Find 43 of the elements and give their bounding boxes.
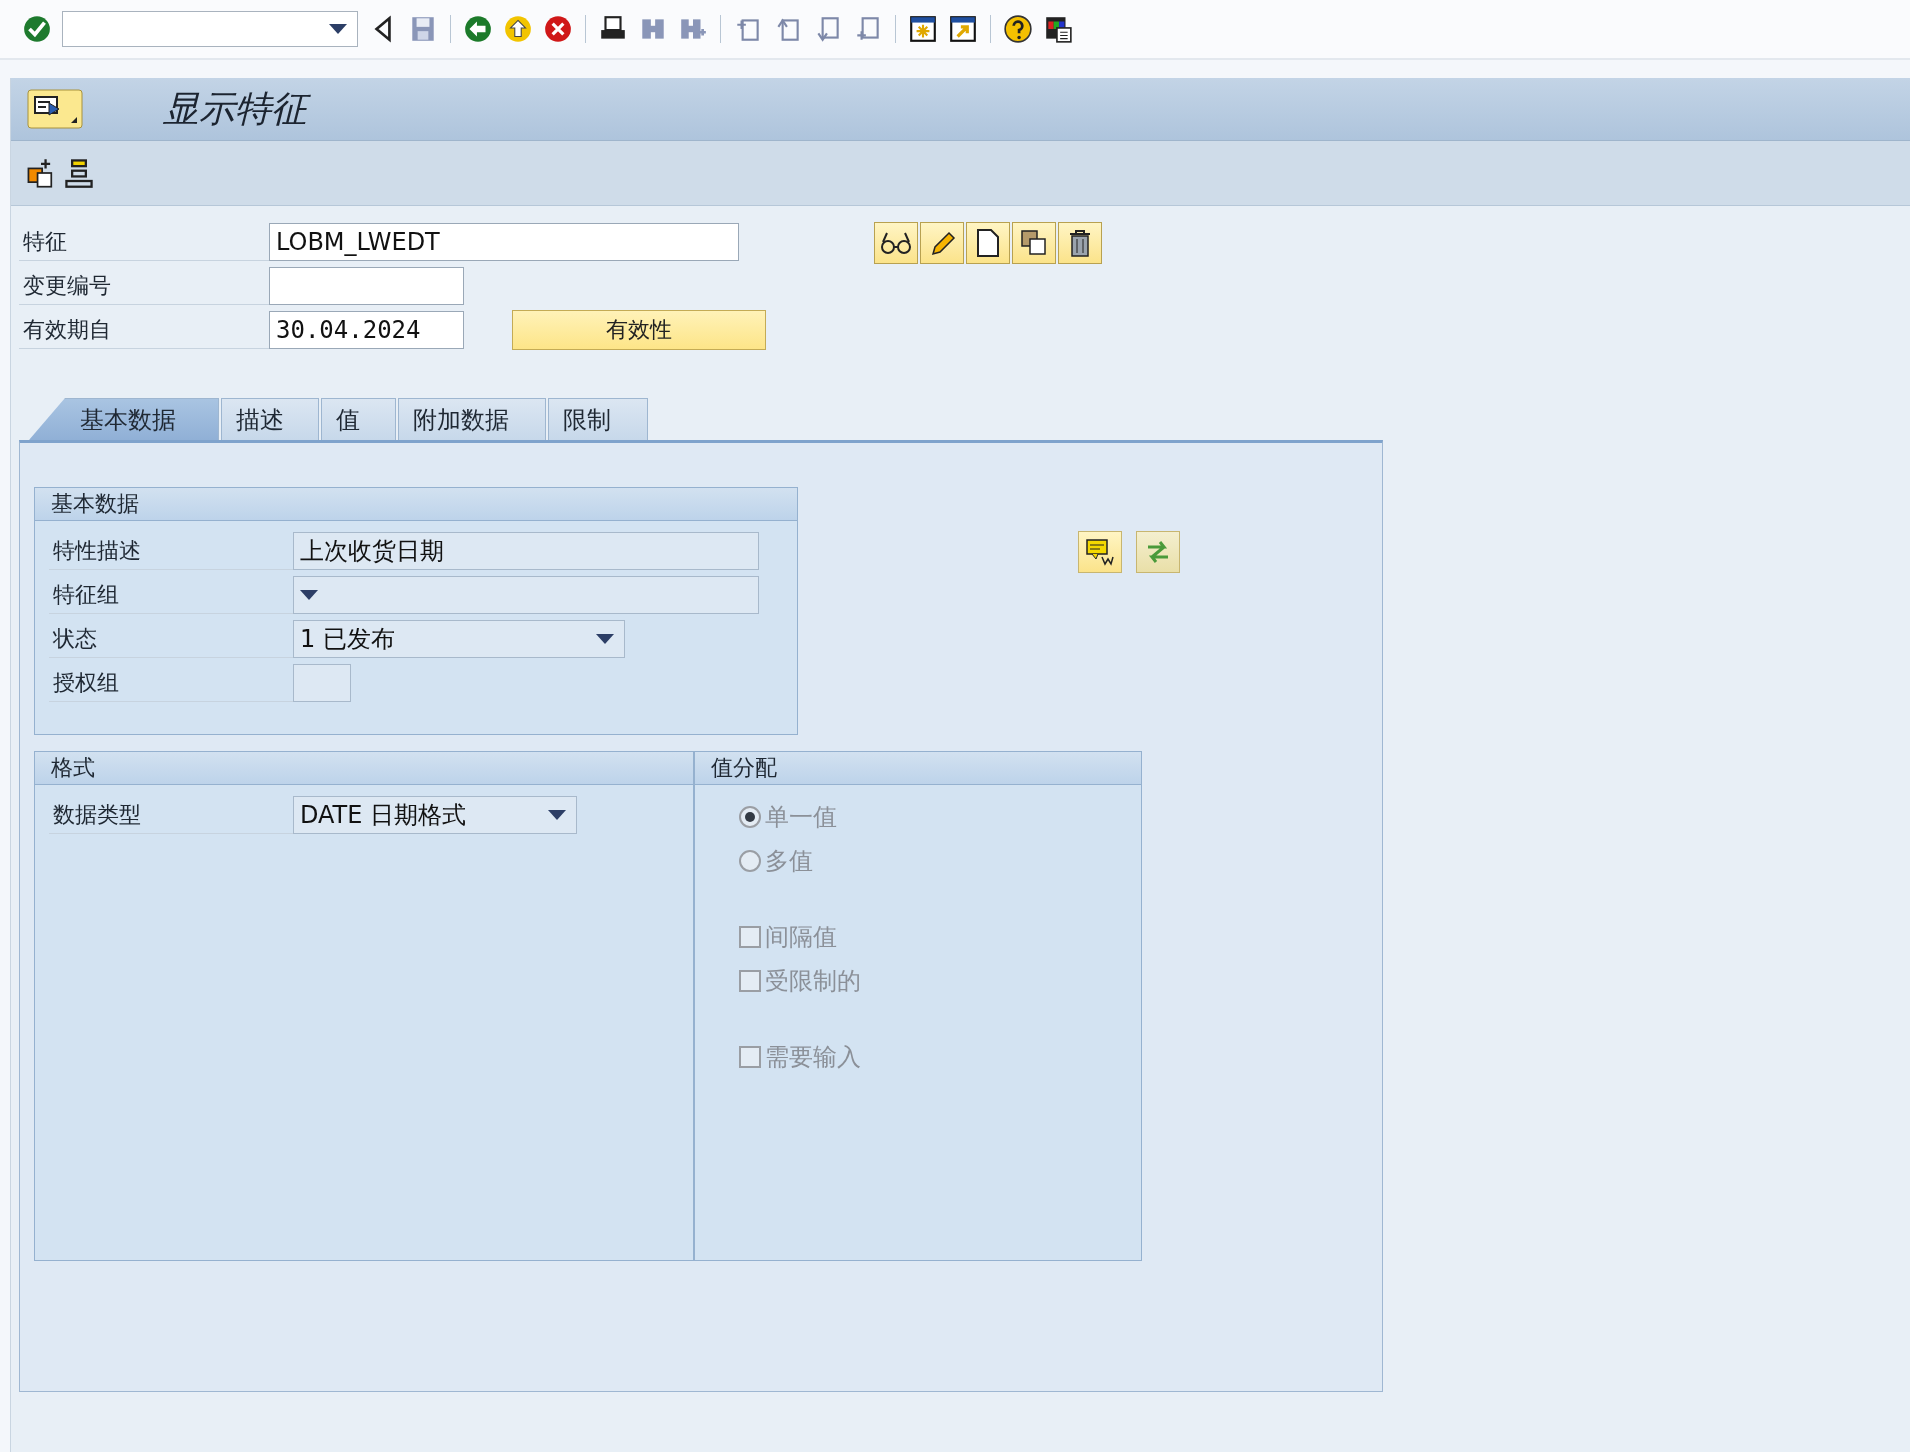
command-field[interactable] bbox=[62, 11, 358, 47]
group-title: 基本数据 bbox=[35, 488, 797, 521]
option-label: 受限制的 bbox=[765, 966, 861, 997]
blank-page-icon[interactable] bbox=[966, 222, 1010, 264]
option-label: 需要输入 bbox=[765, 1042, 861, 1073]
group-title: 格式 bbox=[35, 752, 693, 785]
option-label: 多值 bbox=[765, 846, 813, 877]
check-icon[interactable] bbox=[22, 14, 52, 44]
input-field[interactable]: LOBM_LWEDT bbox=[269, 223, 739, 261]
option-label: 间隔值 bbox=[765, 922, 837, 953]
comment-icon[interactable] bbox=[1078, 531, 1122, 573]
tab[interactable]: 描述 bbox=[221, 398, 319, 440]
dropdown-field[interactable]: DATE 日期格式 bbox=[293, 796, 577, 834]
tab[interactable]: 基本数据 bbox=[29, 398, 219, 440]
dropdown-field[interactable] bbox=[293, 576, 759, 614]
option-label: 单一值 bbox=[765, 802, 837, 833]
input-field[interactable]: 上次收货日期 bbox=[293, 532, 759, 570]
glasses-icon[interactable] bbox=[874, 222, 918, 264]
tab[interactable]: 附加数据 bbox=[398, 398, 546, 440]
exit-icon[interactable] bbox=[503, 14, 533, 44]
input-field[interactable]: 30.04.2024 bbox=[269, 311, 464, 349]
help-icon[interactable] bbox=[1003, 14, 1033, 44]
dropdown-field[interactable]: 1 已发布 bbox=[293, 620, 625, 658]
cancel-icon[interactable] bbox=[543, 14, 573, 44]
input-field[interactable] bbox=[269, 267, 464, 305]
new-window-icon[interactable] bbox=[908, 14, 938, 44]
tab[interactable]: 限制 bbox=[548, 398, 648, 440]
menu-icon[interactable] bbox=[27, 89, 83, 129]
copy-icon[interactable] bbox=[1012, 222, 1056, 264]
trash-icon[interactable] bbox=[1058, 222, 1102, 264]
validity-button[interactable]: 有效性 bbox=[512, 310, 766, 350]
shortcut-icon[interactable] bbox=[948, 14, 978, 44]
swap-icon[interactable] bbox=[1136, 531, 1180, 573]
dropdown-arrow-icon[interactable] bbox=[300, 590, 318, 600]
dropdown-arrow-icon[interactable] bbox=[548, 810, 566, 820]
dropdown-arrow-icon[interactable] bbox=[596, 634, 614, 644]
dropdown-arrow-icon[interactable] bbox=[329, 24, 347, 34]
layout-icon[interactable] bbox=[1043, 14, 1073, 44]
input-field[interactable] bbox=[293, 664, 351, 702]
hierarchy-icon[interactable] bbox=[63, 157, 95, 189]
pencil-icon[interactable] bbox=[920, 222, 964, 264]
tab[interactable]: 值 bbox=[321, 398, 396, 440]
group-title: 值分配 bbox=[695, 752, 1141, 785]
